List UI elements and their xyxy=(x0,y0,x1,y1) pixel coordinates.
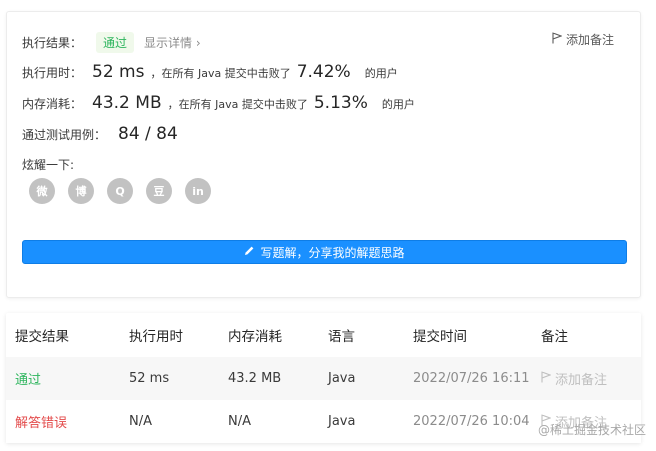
header-memory: 内存消耗 xyxy=(228,329,282,345)
add-note-label: 添加备注 xyxy=(565,33,614,47)
status-badge: 通过 xyxy=(96,32,135,53)
submission-result-card: 执行结果： 通过 显示详情 › 添加备注 执行用时： 52 ms ，在所有 Ja… xyxy=(6,11,641,298)
flag-icon xyxy=(541,370,552,387)
tests-value: 84 / 84 xyxy=(118,124,178,144)
share-label: 炫耀一下: xyxy=(22,158,75,172)
header-runtime: 执行用时 xyxy=(129,329,183,345)
show-details-label: 显示详情 xyxy=(144,36,193,50)
header-result: 提交结果 xyxy=(15,329,69,345)
row-result-link[interactable]: 通过 xyxy=(15,357,41,400)
wechat-icon[interactable]: 微 xyxy=(29,178,55,204)
header-note: 备注 xyxy=(541,329,568,345)
result-status-row: 执行结果： 通过 显示详情 › xyxy=(22,32,201,53)
row-memory: 43.2 MB xyxy=(228,371,282,386)
runtime-label: 执行用时： xyxy=(22,66,83,80)
row-time: 2022/07/26 10:04 xyxy=(413,414,530,429)
header-time: 提交时间 xyxy=(413,329,467,345)
table-header: 提交结果 执行用时 内存消耗 语言 提交时间 备注 xyxy=(6,313,641,357)
row-language: Java xyxy=(328,414,356,429)
share-label-row: 炫耀一下: xyxy=(22,156,74,173)
row-add-note-label: 添加备注 xyxy=(555,373,608,388)
row-runtime: 52 ms xyxy=(129,371,170,386)
memory-suffix: 的用户 xyxy=(381,98,415,111)
row-add-note-button[interactable]: 添加备注 xyxy=(541,357,607,400)
runtime-text: ，在所有 Java 提交中击败了 xyxy=(150,67,291,80)
watermark: @稀土掘金技术社区 xyxy=(537,423,646,437)
qq-icon[interactable]: Q xyxy=(107,178,133,204)
chevron-right-icon: › xyxy=(195,36,201,50)
row-result-link[interactable]: 解答错误 xyxy=(15,400,67,443)
tests-label: 通过测试用例： xyxy=(22,128,107,142)
runtime-percent: 7.42% xyxy=(296,62,351,82)
share-icons: 微 博 Q 豆 in xyxy=(29,178,211,204)
add-note-button[interactable]: 添加备注 xyxy=(552,31,614,48)
show-details-link[interactable]: 显示详情 › xyxy=(144,34,201,51)
row-time: 2022/07/26 16:11 xyxy=(413,371,530,386)
write-solution-button[interactable]: 写题解，分享我的解题思路 xyxy=(22,240,627,264)
linkedin-icon[interactable]: in xyxy=(185,178,211,204)
table-row[interactable]: 通过 52 ms 43.2 MB Java 2022/07/26 16:11 添… xyxy=(6,357,641,400)
memory-row: 内存消耗： 43.2 MB ，在所有 Java 提交中击败了 5.13% 的用户 xyxy=(22,93,415,113)
weibo-icon[interactable]: 博 xyxy=(68,178,94,204)
memory-percent: 5.13% xyxy=(313,93,368,113)
flag-icon xyxy=(552,32,563,47)
row-memory: N/A xyxy=(228,414,251,429)
row-runtime: N/A xyxy=(129,414,152,429)
row-language: Java xyxy=(328,371,356,386)
runtime-value: 52 ms xyxy=(92,62,145,82)
header-language: 语言 xyxy=(328,329,355,345)
pencil-icon xyxy=(244,245,255,259)
runtime-row: 执行用时： 52 ms ，在所有 Java 提交中击败了 7.42% 的用户 xyxy=(22,62,398,82)
douban-icon[interactable]: 豆 xyxy=(146,178,172,204)
memory-label: 内存消耗： xyxy=(22,97,83,111)
memory-text: ，在所有 Java 提交中击败了 xyxy=(167,98,308,111)
result-label: 执行结果： xyxy=(22,36,83,50)
memory-value: 43.2 MB xyxy=(92,93,162,113)
runtime-suffix: 的用户 xyxy=(364,67,398,80)
write-solution-label: 写题解，分享我的解题思路 xyxy=(260,245,405,260)
tests-row: 通过测试用例： 84 / 84 xyxy=(22,124,178,144)
